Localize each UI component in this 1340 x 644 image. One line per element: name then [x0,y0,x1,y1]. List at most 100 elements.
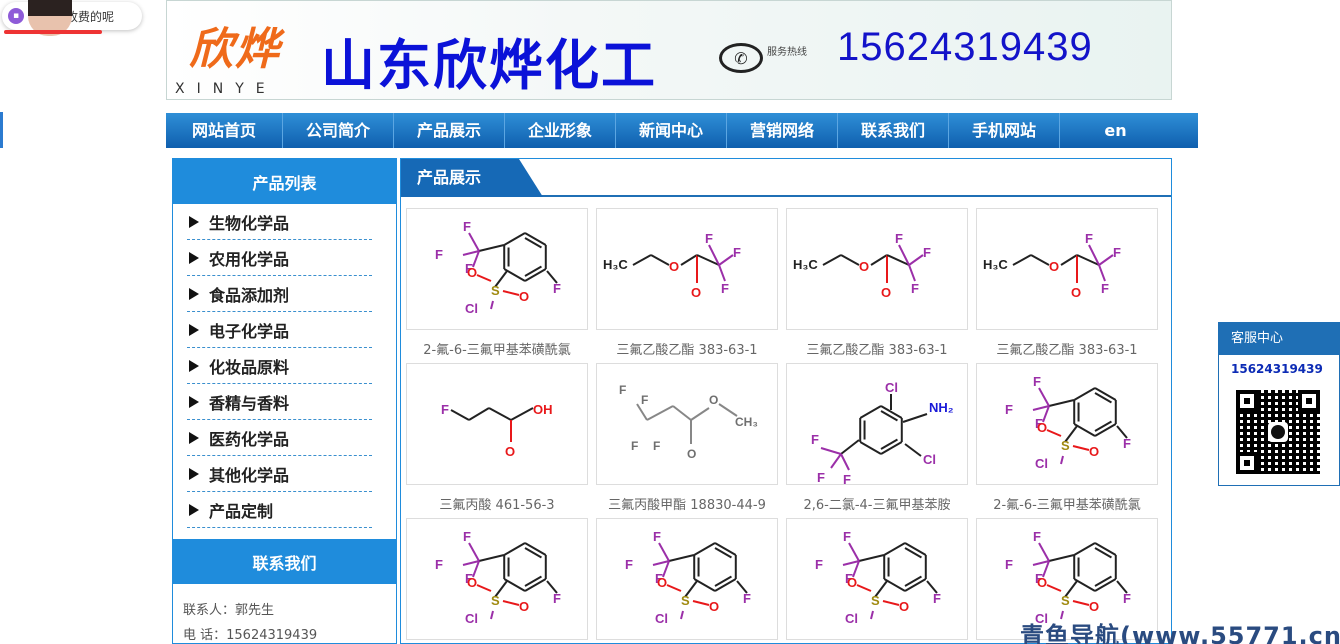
product-card[interactable]: H₃C O O F F F 三氟乙酸乙酯 383-63-1 [786,208,968,358]
svg-text:O: O [709,393,718,407]
svg-text:F: F [553,591,561,606]
nav-item-network[interactable]: 营销网络 [727,113,838,148]
product-name[interactable]: 三氟丙酸甲酯 18830-44-9 [596,494,778,513]
nav-item-products[interactable]: 产品展示 [394,113,505,148]
product-card[interactable]: Cl NH₂ Cl F F F 2,6-二氯-4-三氟甲基苯胺 [786,363,968,513]
category-item[interactable]: 其他化学品 [187,456,372,492]
nav-item-mobile[interactable]: 手机网站 [949,113,1060,148]
product-card[interactable]: F F F S O O Cl F 2-氟-6-三氟甲基苯磺酰氯 [976,363,1158,513]
structure-image: FFFS OOClF [435,529,561,626]
svg-text:F: F [1113,245,1121,260]
chat-icon: ▪ [8,8,24,24]
product-image[interactable]: H₃C O O F F F [596,208,778,330]
svg-text:F: F [923,245,931,260]
service-phone[interactable]: 15624319439 [1219,355,1339,376]
category-item[interactable]: 化妆品原料 [187,348,372,384]
product-image[interactable]: Cl NH₂ Cl F F F [786,363,968,487]
svg-text:F: F [817,470,825,484]
contact-person: 联系人：郭先生 [183,603,275,618]
svg-text:H₃C: H₃C [603,257,628,272]
category-item[interactable]: 食品添加剂 [187,276,372,312]
structure-image: H₃C OO F F F [983,231,1121,300]
product-image[interactable]: F F F F O O CH₃ [596,363,778,485]
svg-text:F: F [653,439,660,453]
svg-text:F: F [1085,231,1093,246]
nav-item-about[interactable]: 公司简介 [283,113,394,148]
product-image[interactable]: F F F S O O Cl F [406,208,588,330]
product-name[interactable]: 2-氟-6-三氟甲基苯磺酰氯 [406,339,588,358]
svg-text:S: S [491,283,500,298]
category-label: 食品添加剂 [209,285,290,305]
product-card[interactable]: H₃C O O F F F 三氟乙酸乙酯 383-63-1 [596,208,778,358]
svg-text:O: O [881,285,891,300]
svg-text:F: F [625,557,633,572]
product-image[interactable]: F F F S O O Cl F [406,518,588,640]
structure-image: FFFS OOClF [435,219,561,316]
product-card[interactable]: F F F S O O Cl F [596,518,778,640]
svg-text:F: F [631,439,638,453]
svg-text:F: F [933,591,941,606]
nav-item-english[interactable]: en [1060,113,1171,148]
svg-text:S: S [681,593,690,608]
svg-text:F: F [1033,529,1041,544]
product-image[interactable]: F F F S O O Cl F [786,518,968,640]
svg-text:F: F [895,231,903,246]
product-card[interactable]: F F F S O O Cl F [406,518,588,640]
svg-text:F: F [441,402,449,417]
product-image[interactable]: H₃C O O F F F [786,208,968,330]
product-image[interactable]: F OH O [406,363,588,485]
nav-item-contact[interactable]: 联系我们 [838,113,949,148]
product-image[interactable]: F F F S O O Cl F [596,518,778,640]
svg-text:H₃C: H₃C [983,257,1008,272]
product-image[interactable]: H₃C O O F F F [976,208,1158,330]
svg-text:F: F [1005,402,1013,417]
svg-text:Cl: Cl [465,611,478,626]
svg-text:Cl: Cl [655,611,668,626]
product-name[interactable]: 三氟丙酸 461-56-3 [406,494,588,513]
category-label: 电子化学品 [209,321,290,341]
category-item[interactable]: 医药化学品 [187,420,372,456]
brand-logo-sub: XINYE [175,81,277,97]
product-name[interactable]: 三氟乙酸乙酯 383-63-1 [596,339,778,358]
product-name[interactable]: 三氟乙酸乙酯 383-63-1 [976,339,1158,358]
svg-text:F: F [815,557,823,572]
edge-tab [0,112,3,148]
product-card[interactable]: F F F S O O Cl F 2-氟-6-三氟甲基苯磺酰氯 [406,208,588,358]
product-card[interactable]: F F F F O O CH₃ 三氟丙酸甲酯 18830-44-9 [596,363,778,513]
contact-phone: 电 话：15624319439 [183,628,318,643]
svg-text:O: O [519,289,529,304]
product-name[interactable]: 2,6-二氯-4-三氟甲基苯胺 [786,494,968,513]
sidebar: 产品列表 生物化学品 农用化学品 食品添加剂 电子化学品 化妆品原料 香精与香料… [172,158,397,644]
svg-text:O: O [1089,599,1099,614]
product-image[interactable]: F F F S O O Cl F [976,363,1158,485]
svg-text:O: O [847,575,857,590]
product-card[interactable]: F F F S O O Cl F [786,518,968,640]
category-item[interactable]: 生物化学品 [187,204,372,240]
svg-text:O: O [1089,444,1099,459]
watermark: 青鱼导航(www.55771.cn) [1020,622,1340,644]
structure-image: FFFS OOClF [1005,374,1131,471]
category-item[interactable]: 香精与香料 [187,384,372,420]
svg-text:O: O [467,265,477,280]
svg-text:O: O [1037,575,1047,590]
nav-item-image[interactable]: 企业形象 [505,113,616,148]
category-item[interactable]: 农用化学品 [187,240,372,276]
arrow-right-icon [189,431,199,444]
category-item[interactable]: 产品定制 [187,492,372,528]
category-label: 医药化学品 [209,429,290,449]
arrow-right-icon [189,323,199,336]
nav-item-home[interactable]: 网站首页 [166,113,283,148]
svg-text:F: F [721,281,729,296]
product-name[interactable]: 三氟乙酸乙酯 383-63-1 [786,339,968,358]
svg-text:O: O [669,259,679,274]
category-label: 产品定制 [209,501,274,521]
chat-notification[interactable]: ▪ 你…么收费的呢 [2,2,142,30]
svg-text:F: F [463,529,471,544]
hotline-number: 15624319439 [837,25,1093,69]
product-card[interactable]: F OH O 三氟丙酸 461-56-3 [406,363,588,513]
nav-item-news[interactable]: 新闻中心 [616,113,727,148]
svg-text:F: F [641,393,648,407]
category-item[interactable]: 电子化学品 [187,312,372,348]
product-card[interactable]: H₃C O O F F F 三氟乙酸乙酯 383-63-1 [976,208,1158,358]
product-name[interactable]: 2-氟-6-三氟甲基苯磺酰氯 [976,494,1158,513]
